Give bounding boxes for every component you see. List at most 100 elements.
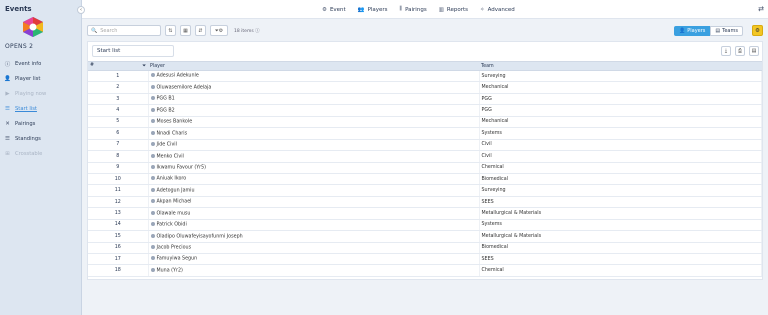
table-row[interactable]: 13 Olawale musu Metallurgical & Materials xyxy=(88,207,762,220)
export-button[interactable]: ▤ xyxy=(749,46,759,56)
column-header-player[interactable]: Player xyxy=(148,61,479,71)
swap-icon[interactable]: ⇄ xyxy=(758,5,764,13)
team-cell: Biomedical xyxy=(479,173,762,186)
table-row[interactable]: 9 Ikwamu Favour (Yr5) Chemical xyxy=(88,162,762,174)
row-number: 16 xyxy=(88,242,149,255)
table-row[interactable]: 16 Jacob Precious Biomedical xyxy=(88,242,762,255)
nav-players[interactable]: 👥 Players xyxy=(358,7,388,13)
list-icon: ☰ xyxy=(5,105,10,112)
teams-toggle-label: Teams xyxy=(722,28,738,34)
table-row[interactable]: 12 Akpan Michael SEES xyxy=(88,196,762,209)
player-name: Akpan Michael xyxy=(156,199,192,205)
column-header-team[interactable]: Team xyxy=(479,61,762,71)
nav-advanced[interactable]: ✧ Advanced xyxy=(480,7,515,13)
table-row[interactable]: 4 PGG B2 PGG xyxy=(88,104,762,117)
player-cell: Jacob Precious xyxy=(148,242,480,255)
table-row[interactable]: 3 PGG B1 PGG xyxy=(88,93,762,106)
nav-pairings[interactable]: ⫼ Pairings xyxy=(400,6,427,13)
view-toggle: 👤 Players ▤ Teams xyxy=(674,26,743,36)
player-cell: Oladipo Oluwafeyisayofunmi Joseph xyxy=(148,230,480,243)
team-cell: Mechanical xyxy=(479,116,762,129)
player-name: Famuyiwa Segun xyxy=(156,256,198,262)
table-row[interactable]: 6 Nnadi Charis Systems xyxy=(88,127,762,140)
player-name: Menko Civil xyxy=(156,154,184,160)
player-status-icon xyxy=(150,107,155,112)
team-cell: Civil xyxy=(479,139,762,152)
order-button[interactable]: ⇵ xyxy=(195,25,206,36)
sidebar-item-pairings[interactable]: ✕ Pairings xyxy=(0,116,82,131)
team-cell: Mechanical xyxy=(479,81,762,94)
search-input[interactable] xyxy=(100,27,161,34)
player-name: Oladipo Oluwafeyisayofunmi Joseph xyxy=(156,234,243,240)
player-name: PGG B2 xyxy=(156,108,175,114)
player-name: Ikwamu Favour (Yr5) xyxy=(156,165,207,171)
team-cell: SEES xyxy=(479,253,762,266)
settings-button[interactable]: ⚙ xyxy=(752,25,763,36)
nav-label: Pairings xyxy=(405,6,427,13)
columns-button[interactable]: ▦ xyxy=(180,25,191,36)
teams-toggle[interactable]: ▤ Teams xyxy=(710,26,743,36)
start-list-panel: Start list ⤓ ⎙ ▤ # ⏷ Player Team 1 Adesusi… xyxy=(87,41,763,280)
pairings-icon: ✕ xyxy=(5,120,10,127)
table-row[interactable]: 5 Moses Bankole Mechanical xyxy=(88,116,762,129)
table-row[interactable]: 18 Muna (Yr2) Chemical xyxy=(88,264,762,277)
player-cell: Jide Civil xyxy=(148,139,480,152)
nav-reports[interactable]: ▥ Reports xyxy=(439,7,468,13)
print-button[interactable]: ⎙ xyxy=(735,46,745,56)
player-cell: Menko Civil xyxy=(148,150,480,163)
player-cell: Famuyiwa Segun xyxy=(148,253,480,266)
sidebar-item-label: Event info xyxy=(15,60,42,67)
team-cell: Systems xyxy=(479,127,762,140)
player-name: Muna (Yr2) xyxy=(156,268,183,274)
sidebar-item-event-info[interactable]: ⓘ Event info xyxy=(0,56,82,71)
table-row[interactable]: 14 Patrick Obidi Systems xyxy=(88,219,762,232)
player-name: Jide Civil xyxy=(156,142,177,148)
sort-button[interactable]: ⇅ xyxy=(165,25,176,36)
sort-order-icon: ⇵ xyxy=(198,27,203,34)
table-row[interactable]: 15 Oladipo Oluwafeyisayofunmi Joseph Metal… xyxy=(88,230,762,243)
row-number: 17 xyxy=(88,253,149,266)
player-cell: Adesusi Adekunle xyxy=(148,70,480,83)
nav-event[interactable]: ⚙ Event xyxy=(322,7,346,13)
teams-icon: ▤ xyxy=(715,28,721,34)
sidebar-item-start-list[interactable]: ☰ Start list xyxy=(0,101,82,116)
filter-button[interactable]: ⏷⚙ xyxy=(210,25,228,36)
player-cell: Olawale musu xyxy=(148,207,480,220)
player-cell: Moses Bankole xyxy=(148,116,480,129)
player-status-icon xyxy=(150,153,155,158)
table-row[interactable]: 7 Jide Civil Civil xyxy=(88,139,762,152)
team-cell: PGG xyxy=(479,93,762,106)
team-cell: Metallurgical & Materials xyxy=(479,207,762,220)
table-row[interactable]: 17 Famuyiwa Segun SEES xyxy=(88,253,762,266)
sidebar-item-player-list[interactable]: 👤 Player list xyxy=(0,71,82,86)
player-name: Aniuak Ikoro xyxy=(156,176,187,182)
row-number: 13 xyxy=(88,207,149,220)
player-cell: Patrick Obidi xyxy=(148,219,480,232)
player-status-icon xyxy=(150,119,155,124)
event-logo xyxy=(23,17,43,37)
info-icon: ⓘ xyxy=(4,61,11,68)
column-header-number[interactable]: # ⏷ xyxy=(88,61,148,71)
player-cell: Adetogun Jamiu xyxy=(148,184,480,197)
player-cell: PGG B2 xyxy=(148,104,480,117)
team-cell: PGG xyxy=(479,104,762,117)
table-row[interactable]: 10 Aniuak Ikoro Biomedical xyxy=(88,173,762,186)
player-status-icon xyxy=(150,245,155,250)
download-icon: ⤓ xyxy=(724,48,728,54)
players-toggle[interactable]: 👤 Players xyxy=(674,26,711,36)
sidebar-item-standings[interactable]: ☰ Standings xyxy=(0,131,82,146)
chevron-left-icon[interactable]: ‹ xyxy=(77,6,85,14)
row-number: 8 xyxy=(88,150,149,163)
table-row[interactable]: 11 Adetogun Jamiu Surveying xyxy=(88,184,762,197)
download-button[interactable]: ⤓ xyxy=(721,46,731,56)
table-row[interactable]: 1 Adesusi Adekunle Surveying xyxy=(88,70,762,83)
table-row[interactable]: 2 Oluwasemilore Adelaja Mechanical xyxy=(88,81,762,94)
filter-icon[interactable]: ⏷ xyxy=(142,63,146,69)
player-status-icon xyxy=(150,176,155,181)
panel-title: Start list xyxy=(92,45,174,57)
sidebar: Events OPENS 2 ⓘ Event info 👤 Player list … xyxy=(0,0,82,315)
standings-icon: ☰ xyxy=(5,135,10,142)
row-number: 4 xyxy=(88,104,149,117)
team-cell: Chemical xyxy=(479,264,762,277)
table-row[interactable]: 8 Menko Civil Civil xyxy=(88,150,762,163)
